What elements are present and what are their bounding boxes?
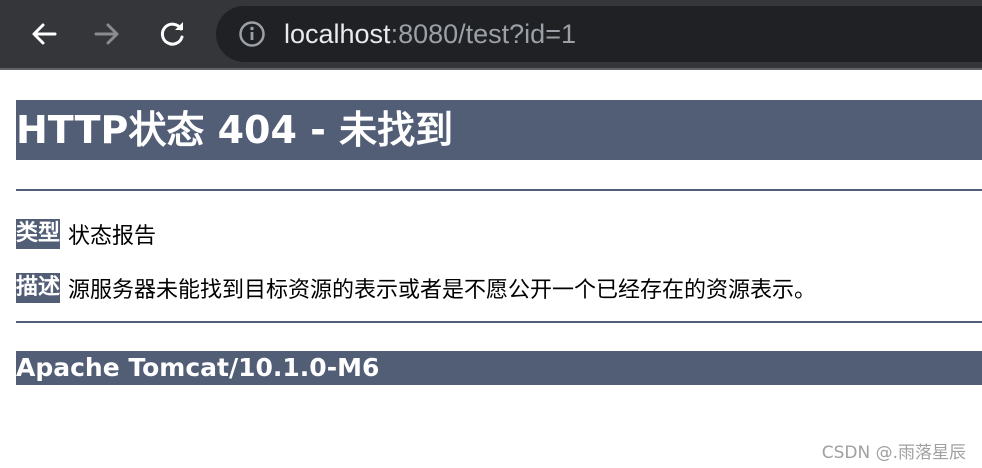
reload-icon (160, 22, 184, 46)
back-arrow-icon (32, 23, 57, 45)
description-row: 描述 源服务器未能找到目标资源的表示或者是不愿公开一个已经存在的资源表示。 (16, 271, 982, 305)
url-host: localhost (284, 19, 391, 49)
back-button[interactable] (24, 14, 64, 54)
description-label: 描述 (16, 273, 61, 303)
browser-toolbar: localhost:8080/test?id=1 (0, 0, 982, 70)
divider (16, 189, 982, 191)
server-footer: Apache Tomcat/10.1.0-M6 (16, 351, 982, 385)
type-label: 类型 (16, 219, 61, 249)
forward-arrow-icon (94, 23, 119, 45)
reload-button[interactable] (152, 14, 192, 54)
url-path: :8080/test?id=1 (390, 19, 576, 49)
divider (16, 321, 982, 323)
forward-button[interactable] (87, 14, 127, 54)
error-page: HTTP状态 404 - 未找到 类型 状态报告 描述 源服务器未能找到目标资源… (16, 100, 982, 410)
info-icon[interactable] (238, 20, 266, 48)
watermark: CSDN @.雨落星辰 (821, 443, 966, 463)
type-row: 类型 状态报告 (16, 217, 982, 251)
address-bar[interactable]: localhost:8080/test?id=1 (216, 6, 982, 62)
url-text[interactable]: localhost:8080/test?id=1 (284, 16, 576, 52)
page-title: HTTP状态 404 - 未找到 (16, 100, 982, 160)
description-value: 源服务器未能找到目标资源的表示或者是不愿公开一个已经存在的资源表示。 (68, 278, 817, 303)
type-value: 状态报告 (68, 224, 157, 249)
